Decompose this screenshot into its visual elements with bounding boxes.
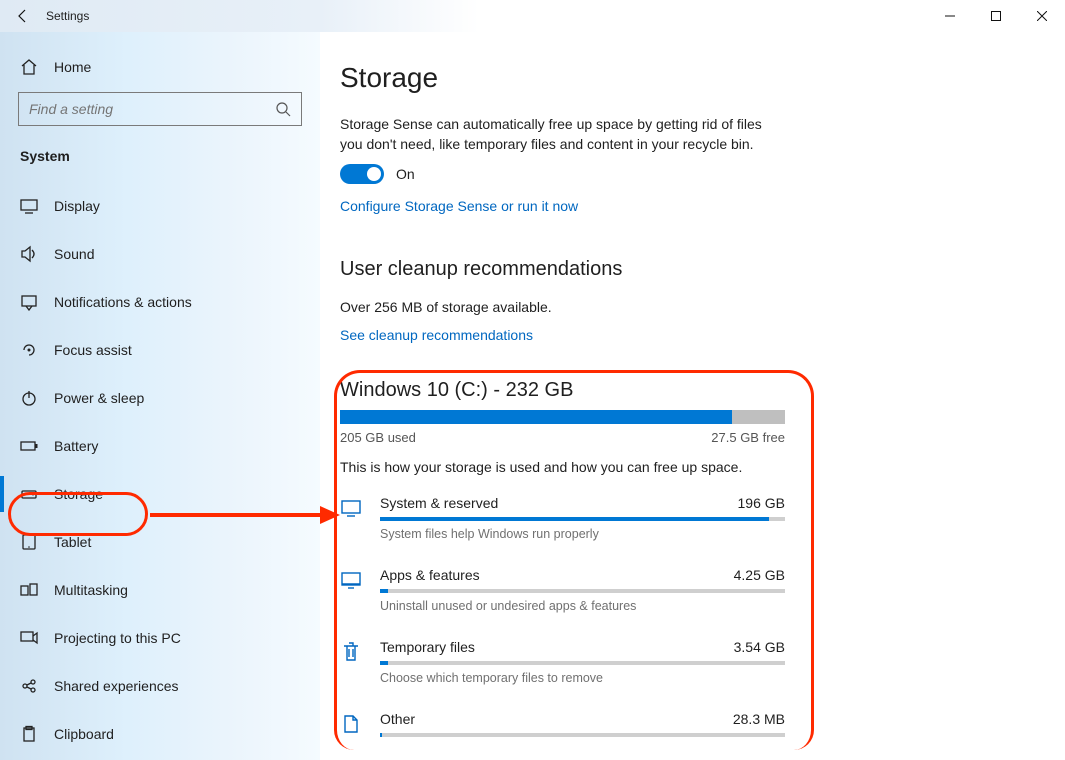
close-button[interactable]	[1019, 0, 1065, 32]
drive-free-label: 27.5 GB free	[711, 430, 785, 445]
category-sub: System files help Windows run properly	[380, 527, 785, 541]
sidebar-item-tablet[interactable]: Tablet	[0, 518, 320, 566]
sidebar-home-label: Home	[54, 59, 91, 75]
content: Storage Storage Sense can automatically …	[320, 32, 1065, 760]
home-icon	[20, 58, 38, 76]
storage-category-trash[interactable]: Temporary files 3.54 GB Choose which tempo…	[340, 639, 785, 685]
other-icon	[340, 711, 362, 743]
shared-icon	[20, 677, 38, 695]
category-name: System & reserved	[380, 495, 498, 511]
search-input[interactable]	[29, 101, 275, 117]
sidebar-item-label: Battery	[54, 438, 98, 454]
category-size: 3.54 GB	[734, 639, 785, 655]
storage-sense-toggle-label: On	[396, 166, 415, 182]
sidebar-item-label: Sound	[54, 246, 94, 262]
sidebar-item-label: Notifications & actions	[54, 294, 192, 310]
page-title: Storage	[340, 62, 1017, 94]
search-icon	[275, 101, 291, 117]
tablet-icon	[20, 533, 38, 551]
sidebar-item-shared[interactable]: Shared experiences	[0, 662, 320, 710]
sidebar-item-battery[interactable]: Battery	[0, 422, 320, 470]
storage-category-apps[interactable]: Apps & features 4.25 GB Uninstall unused o…	[340, 567, 785, 613]
category-size: 196 GB	[738, 495, 785, 511]
category-size: 28.3 MB	[733, 711, 785, 727]
category-sub: Uninstall unused or undesired apps & fea…	[380, 599, 785, 613]
multitasking-icon	[20, 581, 38, 599]
sidebar-item-label: Clipboard	[54, 726, 114, 742]
sidebar-item-multitasking[interactable]: Multitasking	[0, 566, 320, 614]
drive-title: Windows 10 (C:) - 232 GB	[340, 379, 785, 402]
sidebar-item-storage[interactable]: Storage	[0, 470, 320, 518]
category-name: Other	[380, 711, 415, 727]
sidebar-item-label: Display	[54, 198, 100, 214]
category-name: Apps & features	[380, 567, 480, 583]
search-input-wrap[interactable]	[18, 92, 302, 126]
minimize-button[interactable]	[927, 0, 973, 32]
system-icon	[340, 495, 362, 541]
focus-icon	[20, 341, 38, 359]
sidebar: Home System Display Sound Notifications & …	[0, 32, 320, 760]
storage-icon	[20, 485, 38, 503]
cleanup-link[interactable]: See cleanup recommendations	[340, 327, 1017, 343]
sidebar-home[interactable]: Home	[0, 50, 320, 92]
sidebar-item-notifications[interactable]: Notifications & actions	[0, 278, 320, 326]
titlebar: Settings	[0, 0, 1065, 32]
sidebar-item-label: Projecting to this PC	[54, 630, 181, 646]
maximize-button[interactable]	[973, 0, 1019, 32]
sidebar-item-label: Tablet	[54, 534, 91, 550]
drive-used-label: 205 GB used	[340, 430, 416, 445]
sidebar-item-sound[interactable]: Sound	[0, 230, 320, 278]
back-button[interactable]	[0, 0, 46, 32]
notifications-icon	[20, 293, 38, 311]
sidebar-item-label: Multitasking	[54, 582, 128, 598]
sidebar-section-header: System	[0, 148, 320, 182]
category-bar	[380, 733, 785, 737]
power-icon	[20, 389, 38, 407]
trash-icon	[340, 639, 362, 685]
storage-sense-toggle[interactable]	[340, 164, 384, 184]
sidebar-item-clipboard[interactable]: Clipboard	[0, 710, 320, 758]
storage-sense-desc: Storage Sense can automatically free up …	[340, 114, 770, 154]
sidebar-item-focus[interactable]: Focus assist	[0, 326, 320, 374]
drive-usage-bar	[340, 410, 785, 424]
sidebar-item-power[interactable]: Power & sleep	[0, 374, 320, 422]
category-bar	[380, 661, 785, 665]
display-icon	[20, 197, 38, 215]
sidebar-item-label: Focus assist	[54, 342, 132, 358]
storage-category-system[interactable]: System & reserved 196 GB System files help…	[340, 495, 785, 541]
storage-category-other[interactable]: Other 28.3 MB	[340, 711, 785, 743]
sidebar-item-label: Power & sleep	[54, 390, 144, 406]
cleanup-heading: User cleanup recommendations	[340, 258, 1017, 281]
storage-sense-toggle-row: On	[340, 164, 1017, 184]
sidebar-item-label: Shared experiences	[54, 678, 179, 694]
battery-icon	[20, 437, 38, 455]
cleanup-note: Over 256 MB of storage available.	[340, 299, 1017, 315]
sound-icon	[20, 245, 38, 263]
drive-note: This is how your storage is used and how…	[340, 459, 785, 475]
category-bar	[380, 589, 785, 593]
category-bar	[380, 517, 785, 521]
sidebar-item-projecting[interactable]: Projecting to this PC	[0, 614, 320, 662]
category-sub: Choose which temporary files to remove	[380, 671, 785, 685]
category-name: Temporary files	[380, 639, 475, 655]
projecting-icon	[20, 629, 38, 647]
category-size: 4.25 GB	[734, 567, 785, 583]
sidebar-item-display[interactable]: Display	[0, 182, 320, 230]
clipboard-icon	[20, 725, 38, 743]
apps-icon	[340, 567, 362, 613]
window-title: Settings	[46, 9, 89, 23]
sidebar-item-label: Storage	[54, 486, 103, 502]
configure-link[interactable]: Configure Storage Sense or run it now	[340, 198, 1017, 214]
